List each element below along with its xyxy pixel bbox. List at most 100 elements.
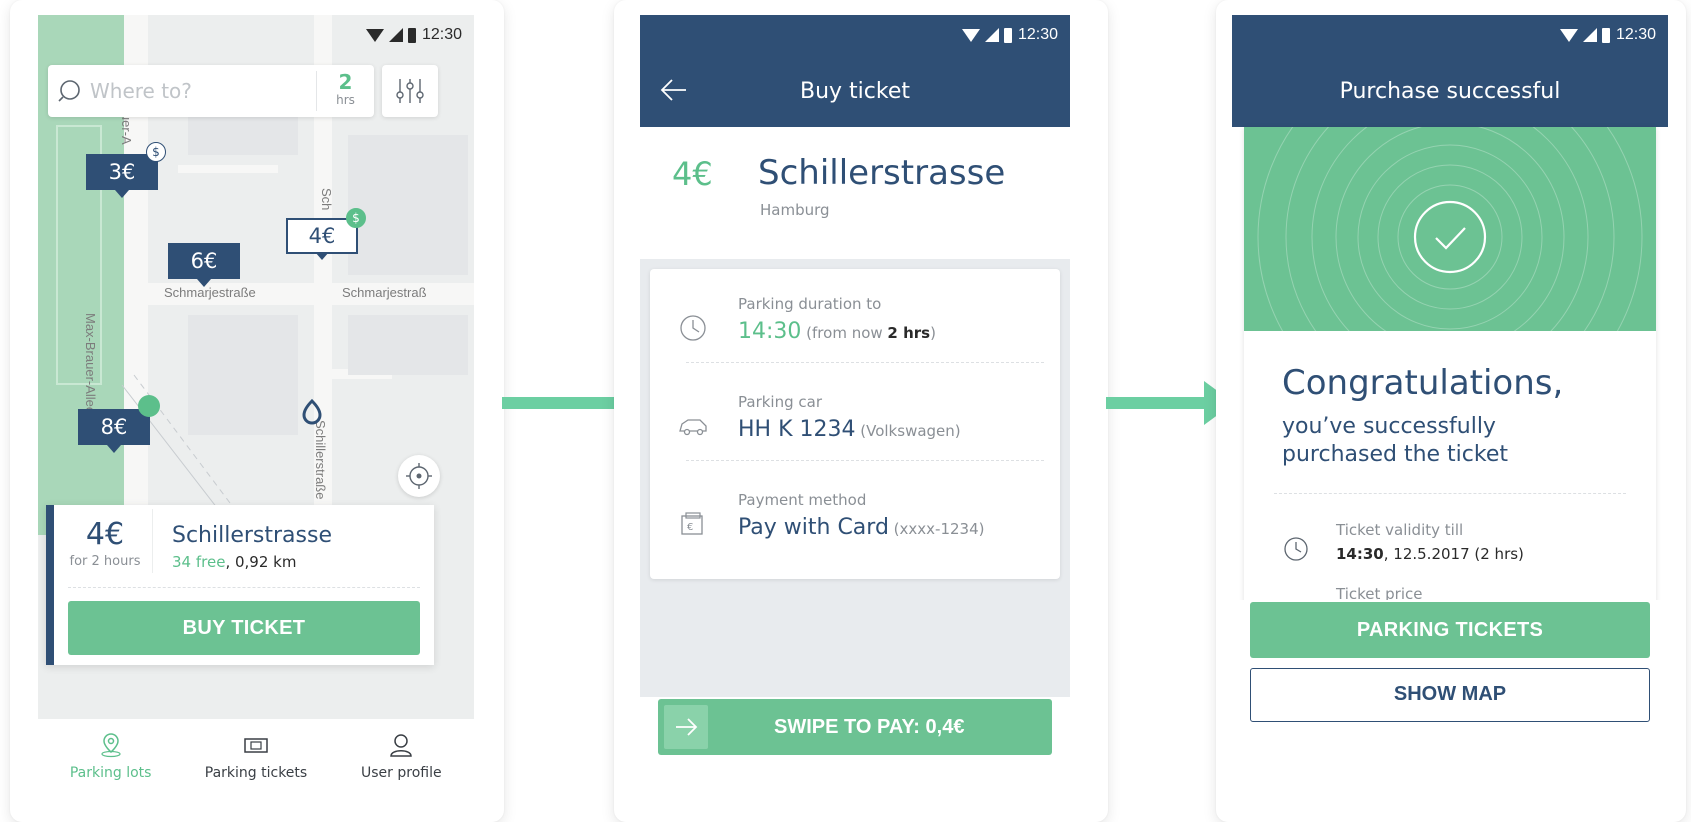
parking-tickets-button[interactable]: PARKING TICKETS xyxy=(1250,602,1650,658)
page-title: Purchase successful xyxy=(1339,78,1561,104)
signal-icon xyxy=(1582,28,1597,42)
duration-row[interactable]: Parking duration to 14:30 (from now 2 hr… xyxy=(650,269,1060,363)
tab-parking-tickets[interactable]: Parking tickets xyxy=(183,719,328,792)
back-arrow-icon[interactable] xyxy=(658,75,688,105)
lot-duration: for 2 hours xyxy=(69,554,141,569)
congrats-heading: Congratulations, xyxy=(1282,363,1564,403)
ticket-details-card: Parking duration to 14:30 (from now 2 hr… xyxy=(650,269,1060,579)
flow-connector xyxy=(502,397,614,409)
car-row[interactable]: Parking car HH K 1234 (Volkswagen) xyxy=(650,367,1060,461)
slider-handle[interactable] xyxy=(664,705,708,749)
row-label: Parking car xyxy=(738,393,822,411)
note-prefix: (from now xyxy=(801,324,888,342)
search-bar[interactable]: Where to? 2 hrs xyxy=(48,65,374,117)
buy-ticket-screen: 12:30 Buy ticket 4€ Schillerstrasse Hamb… xyxy=(640,15,1070,777)
street-label: Sch xyxy=(319,188,334,211)
wifi-icon xyxy=(961,28,980,42)
top-app-bar: Buy ticket xyxy=(640,55,1070,127)
tab-parking-lots[interactable]: Parking lots xyxy=(38,719,183,792)
my-location-button[interactable] xyxy=(398,455,440,497)
parking-lot-card[interactable]: 4€ for 2 hours Schillerstrasse 34 free, … xyxy=(46,505,434,665)
lot-price: 4€ xyxy=(672,155,713,193)
lot-price: 4€ xyxy=(85,517,125,552)
purchase-success-screen: 12:30 Purchase successful Congratulation… xyxy=(1232,15,1668,777)
status-time: 12:30 xyxy=(421,26,462,43)
row-label: Parking duration to xyxy=(738,295,882,313)
battery-icon xyxy=(407,27,416,43)
card-number: (xxxx-1234) xyxy=(888,520,985,538)
signal-icon xyxy=(984,28,999,42)
lot-header: 4€ Schillerstrasse Hamburg xyxy=(640,127,1070,259)
status-bar: 12:30 xyxy=(1232,15,1668,55)
search-input[interactable]: Where to? xyxy=(90,79,316,103)
divider xyxy=(686,460,1044,461)
validity-row: Ticket validity till 14:30, 12.5.2017 (2… xyxy=(1244,521,1656,591)
buy-ticket-button[interactable]: BUY TICKET xyxy=(68,601,420,655)
divider xyxy=(152,509,153,573)
show-map-button[interactable]: SHOW MAP xyxy=(1250,668,1650,722)
swipe-to-pay-slider[interactable]: SWIPE TO PAY: 0,4€ xyxy=(658,699,1052,755)
location-dot xyxy=(138,395,160,417)
hours-value: 2 xyxy=(338,70,353,94)
payment-row[interactable]: € Payment method Pay with Card (xxxx-123… xyxy=(650,465,1060,559)
tab-user-profile[interactable]: User profile xyxy=(329,719,474,792)
signal-icon xyxy=(388,28,403,42)
car-value: HH K 1234 (Volkswagen) xyxy=(738,417,961,442)
battery-icon xyxy=(1601,27,1610,43)
hours-selector[interactable]: 2 hrs xyxy=(316,71,374,111)
top-app-bar: Purchase successful xyxy=(1232,55,1668,127)
street-label: Schmarjestraß xyxy=(342,285,427,300)
duration-value: 14:30 (from now 2 hrs) xyxy=(738,319,936,344)
battery-icon xyxy=(1003,27,1012,43)
price-marker[interactable]: 8€ xyxy=(78,409,150,453)
arrow-right-icon xyxy=(676,718,698,736)
payment-bar: SWIPE TO PAY: 0,4€ xyxy=(640,697,1070,777)
clock-icon xyxy=(1282,535,1310,563)
sliders-icon xyxy=(396,79,424,103)
status-bar: 12:30 xyxy=(38,15,474,55)
price-marker[interactable]: 6€ xyxy=(168,243,240,287)
street-label: Schillerstraße xyxy=(313,420,328,500)
action-buttons: PARKING TICKETS SHOW MAP xyxy=(1232,600,1668,777)
row-label: Payment method xyxy=(738,491,867,509)
divider xyxy=(68,587,420,588)
duration-note: (from now 2 hrs) xyxy=(801,324,936,342)
success-card: Congratulations, you’ve successfully pur… xyxy=(1244,127,1656,647)
congrats-subtitle: you’ve successfully purchased the ticket xyxy=(1282,414,1508,467)
svg-text:€: € xyxy=(687,522,693,533)
end-time: 14:30 xyxy=(738,319,802,344)
status-bar: 12:30 xyxy=(640,15,1070,55)
payment-method: Pay with Card xyxy=(738,515,889,540)
search-icon xyxy=(48,65,90,117)
hours-unit: hrs xyxy=(336,93,355,107)
bottom-tab-bar: Parking lots Parking tickets User profil… xyxy=(38,718,474,792)
price-marker[interactable]: 3€ xyxy=(86,154,158,198)
tab-label: Parking lots xyxy=(69,765,152,781)
car-make: (Volkswagen) xyxy=(855,422,961,440)
flow-connector xyxy=(1106,397,1212,409)
note-suffix: ) xyxy=(930,324,936,342)
dollar-badge: $ xyxy=(346,208,366,228)
car-plate: HH K 1234 xyxy=(738,417,856,442)
wifi-icon xyxy=(365,28,384,42)
lot-city: Hamburg xyxy=(760,201,830,219)
swipe-label: SWIPE TO PAY: 0,4€ xyxy=(774,716,965,738)
divider xyxy=(1274,493,1626,494)
status-time: 12:30 xyxy=(1017,26,1058,43)
validity-date: , 12.5.2017 (2 hrs) xyxy=(1383,545,1524,563)
lot-price-block: 4€ for 2 hours xyxy=(64,517,146,569)
success-banner xyxy=(1244,127,1656,331)
note-bold: 2 hrs xyxy=(887,324,931,342)
lot-distance: , 0,92 km xyxy=(225,553,297,571)
payment-value: Pay with Card (xxxx-1234) xyxy=(738,515,984,540)
crosshair-icon xyxy=(406,463,432,489)
location-pin-icon xyxy=(97,731,125,759)
street-label: Schmarjestraße xyxy=(164,285,256,300)
validity-value: 14:30, 12.5.2017 (2 hrs) xyxy=(1336,545,1524,563)
divider xyxy=(686,362,1044,363)
map-screen: Max-Brauer-Allee Schmarjestraße Schmarje… xyxy=(38,15,474,792)
lot-name: Schillerstrasse xyxy=(172,523,332,548)
filter-button[interactable] xyxy=(382,65,438,117)
validity-time: 14:30 xyxy=(1336,545,1384,563)
dollar-badge: $ xyxy=(146,142,166,162)
